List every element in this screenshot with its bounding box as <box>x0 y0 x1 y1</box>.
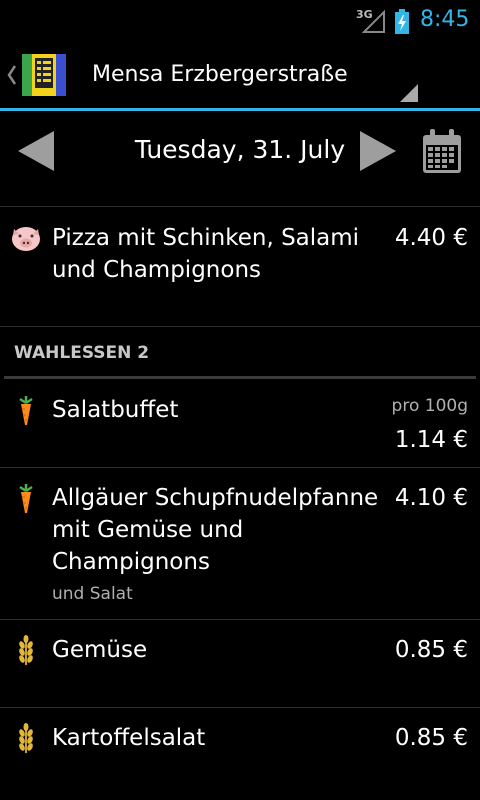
wheat-icon <box>19 635 33 665</box>
carrot-icon <box>19 396 33 425</box>
clock: 8:45 <box>420 7 470 32</box>
dropdown-arrow-icon[interactable] <box>400 84 418 102</box>
meal-name: Pizza mit Schinken, Salami und Champigno… <box>52 225 360 283</box>
date-navigation: Tuesday, 31. July <box>0 111 480 191</box>
divider <box>0 326 480 327</box>
calendar-icon[interactable] <box>420 127 464 175</box>
mensa-selector[interactable]: Mensa Erzbergerstraße <box>92 62 348 87</box>
current-date: Tuesday, 31. July <box>134 135 346 164</box>
meal-price: 0.85 € <box>394 725 468 751</box>
wheat-icon <box>19 723 33 753</box>
meal-name: Gemüse <box>52 637 148 663</box>
meal-name: Salatbuffet <box>52 397 179 423</box>
signal-icon <box>362 10 385 33</box>
battery-charging-icon <box>395 9 409 34</box>
app-logo-icon[interactable] <box>22 54 66 96</box>
status-bar: 3G 8:45 <box>0 0 480 38</box>
section-divider <box>4 376 476 379</box>
pig-icon <box>12 227 40 251</box>
meal-note: und Salat <box>52 584 133 604</box>
section-header: WAHLESSEN 2 <box>14 343 150 363</box>
divider <box>0 707 480 708</box>
meal-price: 0.85 € <box>394 637 468 663</box>
action-bar: Mensa Erzbergerstraße <box>0 38 480 110</box>
divider <box>0 619 480 620</box>
meal-price: 4.10 € <box>394 485 468 511</box>
meal-name: Kartoffelsalat <box>52 725 206 751</box>
next-day-icon[interactable] <box>356 127 400 175</box>
carrot-icon <box>19 484 33 513</box>
divider <box>0 206 480 207</box>
meal-price: 1.14 € <box>394 427 468 453</box>
meal-unit: pro 100g <box>391 396 468 416</box>
meal-price: 4.40 € <box>394 225 468 251</box>
divider <box>0 467 480 468</box>
meal-name: Allgäuer Schupfnudelpfanne mit Gemüse un… <box>52 485 379 575</box>
back-caret-icon[interactable] <box>4 62 20 88</box>
